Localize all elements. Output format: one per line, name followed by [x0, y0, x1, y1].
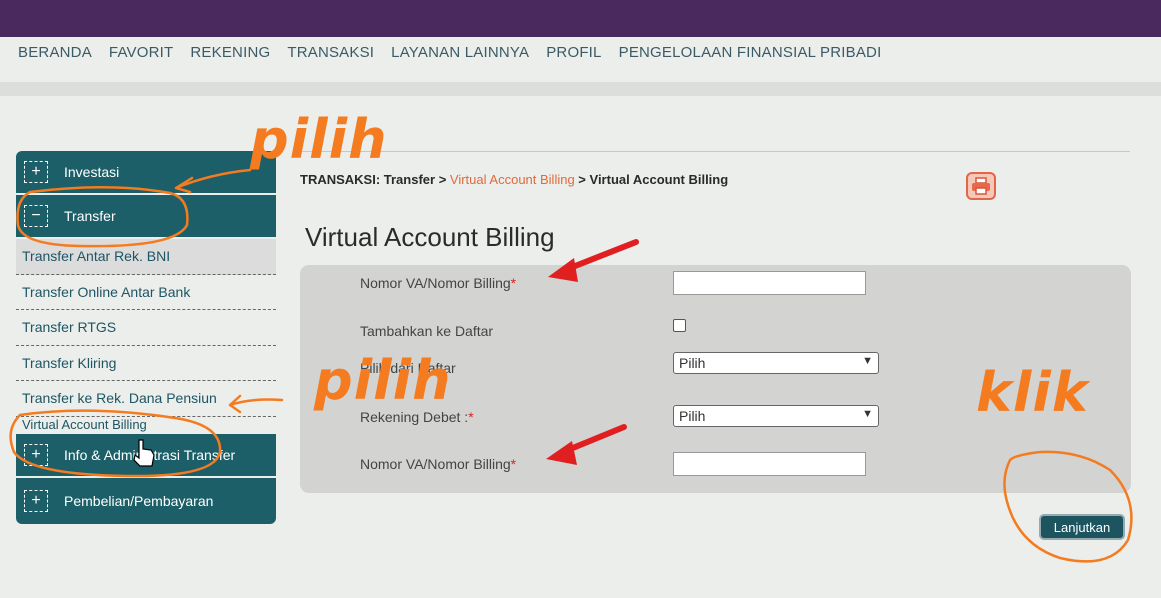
sub-header-bar	[0, 82, 1161, 96]
sidebar-item-investasi[interactable]: + Investasi	[16, 151, 276, 195]
sidebar-subitem-rtgs[interactable]: Transfer RTGS	[16, 310, 276, 346]
nav-favorit[interactable]: FAVORIT	[109, 44, 173, 62]
nav-beranda[interactable]: BERANDA	[18, 44, 92, 62]
sidebar-item-label: Transfer	[64, 208, 116, 224]
sidebar-subitem-antar-rek-bni[interactable]: Transfer Antar Rek. BNI	[16, 239, 276, 275]
nav-rekening[interactable]: REKENING	[190, 44, 270, 62]
pilih-daftar-value: Pilih	[679, 355, 706, 371]
chevron-down-icon: ▼	[862, 355, 873, 367]
sidebar-subitem-dana-pensiun[interactable]: Transfer ke Rek. Dana Pensiun	[16, 381, 276, 417]
annotation-pilih-1: pilih	[250, 108, 388, 171]
breadcrumb-link[interactable]: Virtual Account Billing	[450, 172, 575, 187]
sidebar: + Investasi − Transfer Transfer Antar Re…	[16, 151, 276, 524]
tambahkan-daftar-label: Tambahkan ke Daftar	[360, 323, 494, 339]
nav-layanan-lainnya[interactable]: LAYANAN LAINNYA	[391, 44, 529, 62]
nomor-va2-label: Nomor VA/Nomor Billing*	[360, 456, 517, 472]
print-icon[interactable]	[966, 172, 996, 200]
rekening-debet-value: Pilih	[679, 408, 706, 424]
breadcrumb: TRANSAKSI: Transfer > Virtual Account Bi…	[300, 172, 728, 187]
nav-profil[interactable]: PROFIL	[546, 44, 601, 62]
lanjutkan-button[interactable]: Lanjutkan	[1039, 514, 1125, 540]
content-divider	[300, 151, 1130, 152]
sidebar-item-pembelian[interactable]: + Pembelian/Pembayaran	[16, 477, 276, 524]
breadcrumb-prefix: TRANSAKSI: Transfer >	[300, 172, 450, 187]
plus-icon: +	[24, 443, 48, 466]
annotation-pilih-2: pilih	[314, 349, 452, 412]
main-nav: BERANDA FAVORIT REKENING TRANSAKSI LAYAN…	[18, 44, 881, 62]
sidebar-item-label: Investasi	[64, 164, 120, 180]
annotation-klik: klik	[976, 361, 1089, 424]
rekening-debet-select[interactable]: Pilih ▼	[673, 405, 879, 427]
nav-transaksi[interactable]: TRANSAKSI	[287, 44, 374, 62]
plus-icon: +	[24, 489, 48, 512]
nomor-va-input[interactable]	[673, 271, 866, 295]
breadcrumb-current: > Virtual Account Billing	[574, 172, 729, 187]
sidebar-item-transfer[interactable]: − Transfer	[16, 195, 276, 239]
sidebar-item-info-administrasi[interactable]: + Info & Administrasi Transfer	[16, 433, 276, 478]
tambahkan-daftar-checkbox[interactable]	[673, 319, 686, 332]
plus-icon: +	[24, 161, 48, 183]
nomor-va2-input[interactable]	[673, 452, 866, 476]
sidebar-subitem-online-antar-bank[interactable]: Transfer Online Antar Bank	[16, 274, 276, 310]
pilih-daftar-select[interactable]: Pilih ▼	[673, 352, 879, 374]
sidebar-item-label: Pembelian/Pembayaran	[64, 492, 214, 509]
top-header-bar	[0, 0, 1161, 37]
nav-pengelolaan-finansial[interactable]: PENGELOLAAN FINANSIAL PRIBADI	[619, 44, 882, 62]
nomor-va-label: Nomor VA/Nomor Billing*	[360, 275, 517, 291]
sidebar-subitem-virtual-account-billing[interactable]: Virtual Account Billing	[16, 416, 276, 434]
minus-icon: −	[24, 205, 48, 227]
chevron-down-icon: ▼	[862, 408, 873, 420]
sidebar-subitem-kliring[interactable]: Transfer Kliring	[16, 345, 276, 381]
page-title: Virtual Account Billing	[305, 222, 555, 252]
sidebar-item-label: Info & Administrasi Transfer	[64, 446, 236, 463]
